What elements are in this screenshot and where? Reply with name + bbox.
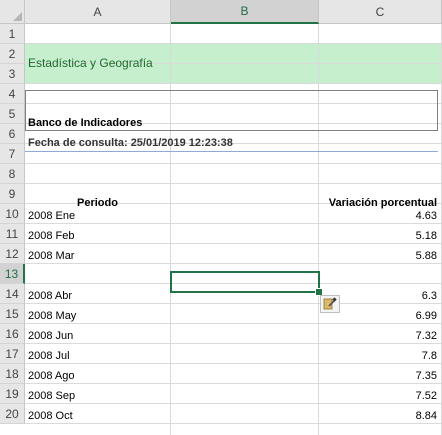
period-cell[interactable]: 2008 Abr — [25, 284, 171, 304]
row-header-20[interactable]: 20 — [0, 404, 25, 424]
period-cell[interactable]: 2008 Ago — [25, 364, 171, 384]
period-cell[interactable]: 2008 Jul — [25, 344, 171, 364]
column-header-a[interactable]: A — [25, 0, 171, 24]
period-cell[interactable]: 2008 Oct — [25, 404, 171, 424]
period-cell[interactable]: 2008 Feb — [25, 224, 171, 244]
row-header-11[interactable]: 11 — [0, 224, 25, 244]
row-header-17[interactable]: 17 — [0, 344, 25, 364]
row-header-9[interactable]: 9 — [0, 184, 25, 204]
column-header-c[interactable]: C — [319, 0, 442, 24]
variation-cell[interactable]: 5.18 — [319, 224, 441, 244]
row-header-15[interactable]: 15 — [0, 304, 25, 324]
spreadsheet-grid: A B C 1 2 3 4 5 6 7 8 9 10 11 12 13 14 15 16 17 18 19 20 Es… — [0, 0, 442, 435]
bank-title[interactable]: Banco de Indicadores — [25, 111, 325, 131]
institution-title[interactable]: Estadística y Geografía — [25, 52, 325, 72]
variation-cell[interactable]: 7.32 — [319, 324, 441, 344]
row-header-10[interactable]: 10 — [0, 204, 25, 224]
row-header-4[interactable]: 4 — [0, 84, 25, 104]
column-header-b[interactable]: B — [171, 0, 319, 24]
paste-options-button[interactable] — [320, 295, 340, 313]
row-header-2[interactable]: 2 — [0, 44, 25, 64]
selected-cell-b13[interactable] — [170, 271, 320, 293]
variation-cell[interactable]: 8.84 — [319, 404, 441, 424]
row-header-6[interactable]: 6 — [0, 124, 25, 144]
row-header-3[interactable]: 3 — [0, 64, 25, 84]
row-header-1[interactable]: 1 — [0, 24, 25, 44]
variation-cell[interactable]: 7.35 — [319, 364, 441, 384]
fecha-underline — [25, 151, 438, 152]
period-cell[interactable]: 2008 Sep — [25, 384, 171, 404]
row-header-5[interactable]: 5 — [0, 104, 25, 124]
period-cell[interactable]: 2008 Mar — [25, 244, 171, 264]
period-cell[interactable]: 2008 Ene — [25, 204, 171, 224]
query-date[interactable]: Fecha de consulta: 25/01/2019 12:23:38 — [25, 131, 345, 151]
row-header-7[interactable]: 7 — [0, 144, 25, 164]
variation-cell[interactable]: 7.52 — [319, 384, 441, 404]
row-header-18[interactable]: 18 — [0, 364, 25, 384]
row-header-13[interactable]: 13 — [0, 264, 25, 284]
row-header-14[interactable]: 14 — [0, 284, 25, 304]
row-header-8[interactable]: 8 — [0, 164, 25, 184]
row-header-19[interactable]: 19 — [0, 384, 25, 404]
row-header-16[interactable]: 16 — [0, 324, 25, 344]
row-header-12[interactable]: 12 — [0, 244, 25, 264]
paintbrush-icon — [323, 297, 337, 310]
variation-cell[interactable]: 7.8 — [319, 344, 441, 364]
variation-cell[interactable]: 5.88 — [319, 244, 441, 264]
variation-cell[interactable]: 4.63 — [319, 204, 441, 224]
select-all-corner[interactable] — [0, 0, 25, 24]
period-cell[interactable]: 2008 May — [25, 304, 171, 324]
period-cell[interactable]: 2008 Jun — [25, 324, 171, 344]
